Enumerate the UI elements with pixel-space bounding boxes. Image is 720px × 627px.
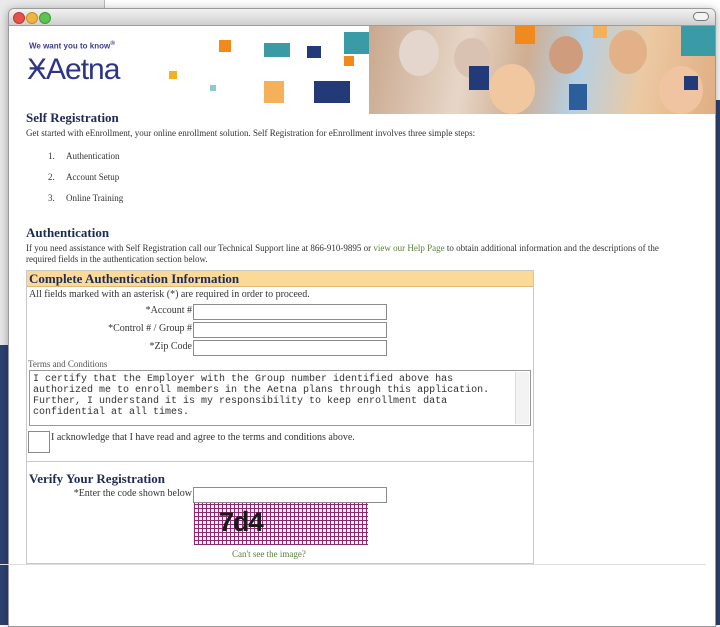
step-item: 1. Authentication xyxy=(48,151,120,161)
account-label: *Account # xyxy=(145,305,192,316)
authentication-section: Authentication If you need assistance wi… xyxy=(26,225,686,265)
family-photo xyxy=(369,26,715,114)
control-group-label: *Control # / Group # xyxy=(108,323,192,334)
zip-code-input[interactable] xyxy=(193,340,387,356)
required-note: All fields marked with an asterisk (*) a… xyxy=(29,289,310,300)
steps-list: 1. Authentication 2. Account Setup 3. Onlin… xyxy=(48,151,686,203)
minimize-window-button[interactable] xyxy=(26,12,38,24)
acknowledge-checkbox[interactable] xyxy=(28,431,50,453)
captcha-image: 7d4 xyxy=(193,503,368,545)
intro-text: Get started with eEnrollment, your onlin… xyxy=(26,128,476,138)
step-item: 2. Account Setup xyxy=(48,172,120,182)
account-input[interactable] xyxy=(193,304,387,320)
header-banner: We want you to know® ӾAetna xyxy=(9,26,715,114)
decor-square xyxy=(264,43,290,57)
decor-square xyxy=(264,81,284,103)
step-item: 3. Online Training xyxy=(48,193,124,203)
zip-code-label: *Zip Code xyxy=(149,341,193,352)
authentication-title: Authentication xyxy=(26,225,110,240)
section-divider xyxy=(27,461,533,462)
decor-square xyxy=(210,85,216,91)
self-registration-title: Self Registration xyxy=(26,110,119,125)
title-bar xyxy=(9,9,715,26)
terms-textarea[interactable]: I certify that the Employer with the Gro… xyxy=(29,370,531,426)
control-group-input[interactable] xyxy=(193,322,387,338)
toolbar-toggle-button[interactable] xyxy=(693,12,709,21)
decor-square xyxy=(344,56,354,66)
form-header: Complete Authentication Information xyxy=(27,271,533,287)
aetna-logo[interactable]: ӾAetna xyxy=(27,53,120,87)
tagline: We want you to know® xyxy=(29,40,116,51)
decor-square xyxy=(219,40,231,52)
cant-see-image-link[interactable]: Can't see the image? xyxy=(232,549,306,559)
terms-label: Terms and Conditions xyxy=(28,359,108,369)
help-page-link[interactable]: view our Help Page xyxy=(373,243,444,253)
zoom-window-button[interactable] xyxy=(39,12,51,24)
logo-mark-icon: Ӿ xyxy=(27,53,47,86)
captcha-text: 7d4 xyxy=(218,509,264,540)
verify-title: Verify Your Registration xyxy=(29,471,166,486)
decor-square xyxy=(314,81,350,103)
acknowledge-label: I acknowledge that I have read and agree… xyxy=(51,432,355,443)
code-input[interactable] xyxy=(193,487,387,503)
decor-square xyxy=(307,46,321,58)
intro-section: Self Registration Get started with eEnro… xyxy=(26,110,686,214)
decor-square xyxy=(169,71,177,79)
terms-scrollbar[interactable] xyxy=(515,372,529,424)
code-label: *Enter the code shown below xyxy=(73,488,192,499)
authentication-text: If you need assistance with Self Registr… xyxy=(26,243,659,264)
footer-line xyxy=(0,564,706,565)
close-window-button[interactable] xyxy=(13,12,25,24)
authentication-form: Complete Authentication Information All … xyxy=(26,270,534,564)
